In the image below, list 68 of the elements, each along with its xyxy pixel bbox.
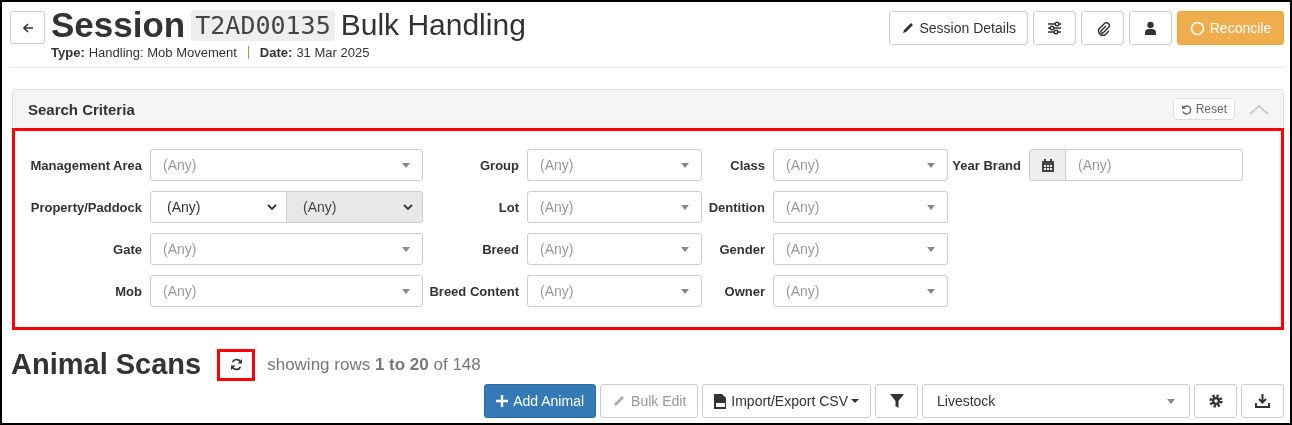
sliders-icon <box>1047 21 1062 35</box>
field-label: Owner <box>723 283 766 299</box>
dropdown-field[interactable]: (Any) <box>527 233 702 265</box>
download-button[interactable] <box>1241 384 1284 418</box>
session-code: T2AD00135 <box>191 9 335 41</box>
dropdown-field[interactable]: (Any) <box>150 233 423 265</box>
chevron-down-icon <box>267 203 277 211</box>
field-label: Mob <box>114 283 143 299</box>
reset-button[interactable]: Reset <box>1172 98 1235 120</box>
panel-title: Search Criteria <box>28 100 135 118</box>
pencil-icon <box>900 21 915 35</box>
field-label: Year Brand <box>951 157 1022 173</box>
field-label: Property/Paddock <box>29 199 143 215</box>
dropdown-field[interactable]: (Any) <box>773 233 948 265</box>
refresh-button[interactable] <box>217 348 256 381</box>
download-icon <box>1255 394 1270 408</box>
pencil-icon <box>612 394 627 408</box>
row-count-text: showing rows 1 to 20 of 148 <box>267 354 481 375</box>
meta-label: Type: <box>51 45 85 60</box>
field-label: Lot <box>497 199 520 215</box>
page-title: Session <box>51 5 186 45</box>
field-label: Breed Content <box>428 283 520 299</box>
view-dropdown[interactable]: Livestock <box>922 384 1190 418</box>
settings-button[interactable] <box>1194 384 1237 418</box>
dropdown-field[interactable]: (Any) <box>527 275 702 307</box>
user-button[interactable] <box>1129 11 1172 45</box>
calendar-addon[interactable] <box>1029 149 1066 181</box>
dropdown-field[interactable]: (Any) <box>150 149 423 181</box>
dropdown-field[interactable]: (Any) <box>773 275 948 307</box>
field-label: Gate <box>112 241 143 257</box>
user-icon <box>1144 21 1157 35</box>
meta-value: Handling: Mob Movement <box>88 45 237 60</box>
filter-button[interactable] <box>875 384 918 418</box>
paperclip-icon <box>1095 20 1110 36</box>
calendar-icon <box>1041 158 1054 172</box>
field-label: Gender <box>718 241 766 257</box>
field-label: Class <box>729 157 766 173</box>
meta-value: 31 Mar 2025 <box>296 45 370 60</box>
circle-icon <box>1189 20 1205 36</box>
reconcile-button[interactable]: Reconcile <box>1177 11 1284 45</box>
refresh-icon <box>229 358 243 371</box>
session-details-button[interactable]: Session Details <box>888 11 1028 45</box>
meta-label: Date: <box>259 45 293 60</box>
dropdown-field[interactable]: (Any) <box>773 191 948 223</box>
field-label: Group <box>479 157 520 173</box>
field-label: Dentition <box>707 199 766 215</box>
select-field[interactable]: (Any) <box>150 191 287 223</box>
back-arrow-icon <box>21 21 34 34</box>
gear-icon <box>1208 394 1223 408</box>
plus-icon <box>496 395 509 407</box>
date-field[interactable]: (Any) <box>1066 149 1243 181</box>
dropdown-field[interactable]: (Any) <box>773 149 948 181</box>
dropdown-field[interactable]: (Any) <box>150 275 423 307</box>
chevron-down-icon <box>403 203 413 211</box>
page-subtitle: Bulk Handling <box>340 8 526 42</box>
undo-icon <box>1180 103 1192 115</box>
attachment-button[interactable] <box>1081 11 1124 45</box>
field-label: Breed <box>481 241 520 257</box>
field-label: Management Area <box>29 157 143 173</box>
import-export-button[interactable]: Import/Export CSV <box>702 384 871 418</box>
add-animal-button[interactable]: Add Animal <box>484 384 597 418</box>
dropdown-field[interactable]: (Any) <box>527 191 702 223</box>
back-button[interactable] <box>10 11 45 44</box>
dropdown-field[interactable]: (Any) <box>527 149 702 181</box>
csv-file-icon <box>714 393 727 409</box>
sliders-button[interactable] <box>1033 11 1076 45</box>
section-title: Animal Scans <box>11 348 202 381</box>
filter-icon <box>889 394 904 408</box>
